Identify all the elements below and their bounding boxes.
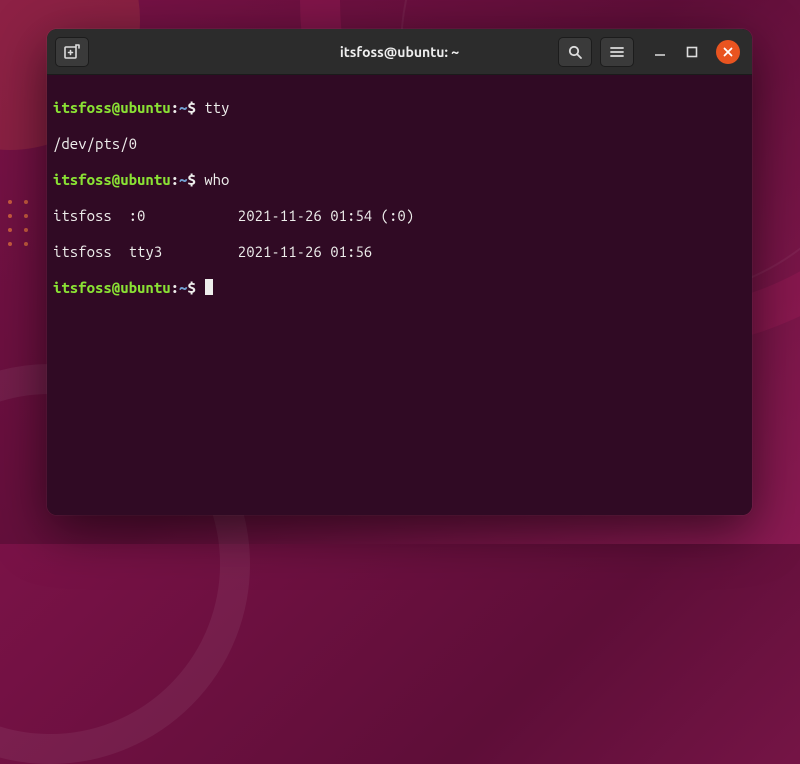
menu-button[interactable]	[600, 37, 634, 67]
prompt-sep: :	[171, 171, 179, 188]
maximize-button[interactable]	[684, 44, 700, 60]
terminal-output: itsfoss tty3 2021-11-26 01:56	[53, 243, 746, 261]
prompt-symbol: $	[187, 99, 195, 116]
terminal-output: /dev/pts/0	[53, 135, 746, 153]
terminal-output: itsfoss :0 2021-11-26 01:54 (:0)	[53, 207, 746, 225]
command-text: who	[204, 171, 229, 188]
hamburger-icon	[609, 44, 625, 60]
bg-dots	[8, 200, 30, 246]
close-button[interactable]	[716, 40, 740, 64]
prompt-user-host: itsfoss@ubuntu	[53, 99, 171, 116]
terminal-body[interactable]: itsfoss@ubuntu:~$ tty /dev/pts/0 itsfoss…	[47, 75, 752, 515]
prompt-symbol: $	[187, 279, 195, 296]
terminal-line: itsfoss@ubuntu:~$ tty	[53, 99, 746, 117]
prompt-user-host: itsfoss@ubuntu	[53, 279, 171, 296]
new-tab-button[interactable]	[55, 37, 89, 67]
command-text: tty	[204, 99, 229, 116]
prompt-sep: :	[171, 99, 179, 116]
search-button[interactable]	[558, 37, 592, 67]
titlebar[interactable]: itsfoss@ubuntu: ~	[47, 29, 752, 75]
prompt-user-host: itsfoss@ubuntu	[53, 171, 171, 188]
close-icon	[722, 46, 734, 58]
minimize-button[interactable]	[652, 44, 668, 60]
terminal-line: itsfoss@ubuntu:~$	[53, 279, 746, 297]
cursor	[205, 279, 213, 295]
maximize-icon	[686, 46, 698, 58]
search-icon	[567, 44, 583, 60]
prompt-sep: :	[171, 279, 179, 296]
terminal-line: itsfoss@ubuntu:~$ who	[53, 171, 746, 189]
minimize-icon	[654, 46, 666, 58]
window-title: itsfoss@ubuntu: ~	[47, 44, 752, 60]
prompt-symbol: $	[187, 171, 195, 188]
terminal-window: itsfoss@ubuntu: ~	[47, 29, 752, 515]
new-tab-icon	[63, 43, 81, 61]
